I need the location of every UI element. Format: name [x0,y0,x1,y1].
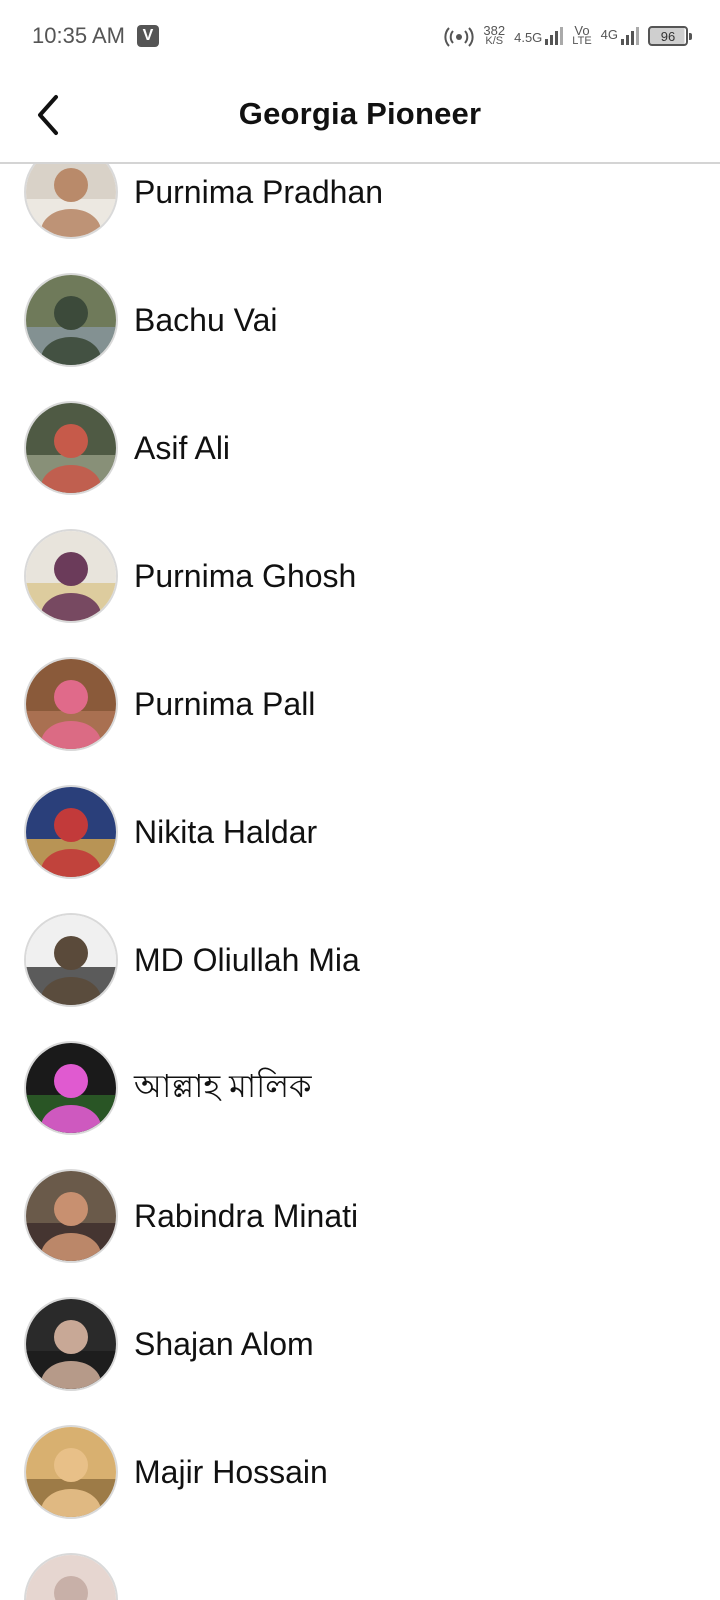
avatar[interactable] [24,1297,118,1391]
status-bar: 10:35 AM V 382 K/S 4.5G Vo LTE 4G 96 [0,0,720,72]
member-name: আল্লাহ মালিক [134,1068,312,1104]
avatar[interactable] [24,913,118,1007]
member-row[interactable]: Purnima Pradhan [0,164,720,256]
member-row[interactable]: Purnima Pall [0,640,720,768]
app-header: Georgia Pioneer [0,72,720,164]
status-left: 10:35 AM V [32,23,159,49]
member-name: Majir Hossain [134,1453,328,1490]
member-name: Asif Ali [134,429,231,466]
avatar[interactable] [24,1169,118,1263]
net-speed: 382 K/S [483,23,506,47]
clock: 10:35 AM [32,23,125,48]
avatar[interactable] [24,401,118,495]
member-row[interactable]: আল্লাহ মালিক [0,1024,720,1152]
v-app-icon: V [136,25,159,47]
volte-indicator: Vo LTE [572,23,592,47]
hotspot-icon [444,27,474,47]
member-name: Rabindra Minati [134,1197,359,1234]
signal-2: 4G [601,27,639,45]
signal-icon [621,27,639,45]
member-row[interactable]: Asif Ali [0,384,720,512]
avatar[interactable] [24,164,118,239]
member-list[interactable]: Purnima Pradhan Bachu Vai Asif Ali Purnima … [0,164,720,1600]
battery-icon: 96 [648,26,692,46]
signal-icon [545,27,564,45]
avatar[interactable] [24,657,118,751]
member-row[interactable]: Shajan Alom [0,1280,720,1408]
signal-1: 4.5G [514,27,564,45]
avatar[interactable] [24,1041,118,1135]
member-row[interactable]: Majir Hossain [0,1408,720,1536]
member-name: MD Oliullah Mia [134,941,360,978]
member-row[interactable]: Bachu Vai [0,256,720,384]
member-row[interactable] [0,1536,720,1600]
member-name: Purnima Pall [134,685,316,722]
avatar[interactable] [24,785,118,879]
member-name: Bachu Vai [134,301,278,338]
member-name: Shajan Alom [134,1325,314,1362]
member-name: Purnima Ghosh [134,557,357,594]
avatar[interactable] [24,1553,118,1600]
page-title: Georgia Pioneer [238,96,482,131]
member-name: Purnima Pradhan [134,173,384,210]
status-right: 382 K/S 4.5G Vo LTE 4G 96 [444,23,692,47]
avatar[interactable] [24,1425,118,1519]
member-row[interactable]: MD Oliullah Mia [0,896,720,1024]
avatar[interactable] [24,529,118,623]
member-row[interactable]: Purnima Ghosh [0,512,720,640]
battery-level: 96 [660,28,676,44]
member-row[interactable]: Nikita Haldar [0,768,720,896]
member-row[interactable]: Rabindra Minati [0,1152,720,1280]
member-name: Nikita Haldar [134,813,318,850]
avatar[interactable] [24,273,118,367]
